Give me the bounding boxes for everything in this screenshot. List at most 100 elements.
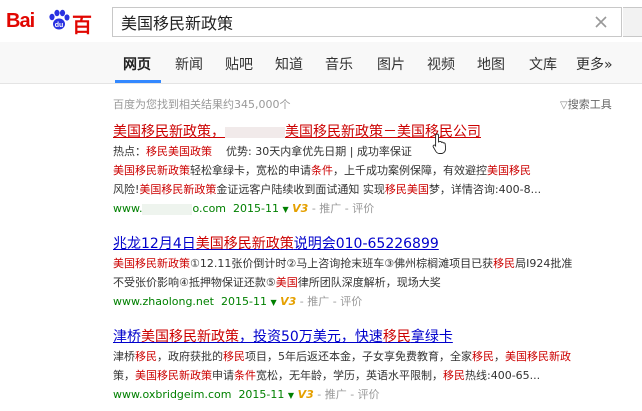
tabs-bar: 网页 新闻 贴吧 知道 音乐 图片 视频 地图 文库 更多» [0,42,642,84]
tab-video[interactable]: 视频 [427,54,455,74]
snippet-highlight: 条件 [234,369,256,382]
svg-text:du: du [55,22,64,29]
tab-images[interactable]: 图片 [377,54,405,74]
hot-prefix: 热点： [113,145,146,158]
hand-cursor-icon [432,133,447,154]
url-date: 2015-11 [220,295,267,308]
search-tools-label: 搜索工具 [567,98,612,111]
snippet-highlight: 条件 [311,164,333,177]
search-result: 美国移民新政策， 美国移民新政策－美国移民公司 热点：移民美国政策 优势: 30天… [113,122,633,220]
baidu-logo[interactable]: Bai du 百度 [6,8,104,66]
snippet-highlight: 美国 [275,276,298,289]
hot-link[interactable]: 移民美国政策 [146,145,212,158]
result-title-part: 津桥 [113,329,141,345]
snippet-text: 策， [113,369,135,382]
snippet-highlight: 移民 [135,350,157,363]
search-result: 津桥美国移民新政策，投资50万美元，快速移民拿绿卡 津桥移民，政府获批的移民项目… [113,327,633,406]
snippet-highlight: 移民 [443,369,465,382]
snippet-highlight: 美国移民 [487,164,531,177]
redacted-text [142,203,193,215]
tab-music[interactable]: 音乐 [325,54,353,74]
snippet-text: 津桥 [113,350,135,363]
filter-icon: ▽ [560,100,568,111]
snippet-text: 宽松，无年龄，学历，英语水平限制， [256,369,443,382]
tab-map[interactable]: 地图 [477,54,505,74]
snippet-text: 项目，5年后返还本金，子女享免费教育，全家 [245,350,472,363]
result-title-highlight: 移民 [382,329,411,345]
snippet-highlight: 移民 [472,350,494,363]
result-title[interactable]: 美国移民新政策， 美国移民新政策－美国移民公司 [113,122,633,142]
snippet-text: 轻松拿绿卡，宽松的申请 [190,164,311,177]
clear-icon[interactable] [593,14,609,30]
tab-web[interactable]: 网页 [123,54,151,74]
result-title-part: 兆龙12月4日 [113,236,196,252]
snippet-highlight: 移民 [493,257,516,270]
snippet-text: 梦，详情咨询:400-8... [428,183,542,196]
search-tools-button[interactable]: ▽搜索工具 [560,96,612,112]
snippet-highlight: 美国移民新政策 [113,164,190,177]
snippet-highlight: 美国移民新政策 [135,369,212,382]
result-title-part: 说明会010-65226899 [293,236,439,252]
result-url[interactable]: www.zhaolong.net 2015-11 ▼ V3 - 推广 - 评价 [113,292,633,313]
result-snippet: 风险!美国移民新政策金证远客户陆续收到面试通知 实现移民美国梦，详情咨询:400… [113,180,633,199]
result-snippet: 美国移民新政策①12.11张价倒计时②马上咨询抢末班车③佛州棕榈滩项目已获移民局… [113,254,633,273]
url-date: 2015-11 [238,388,285,401]
tab-tieba[interactable]: 贴吧 [225,54,253,74]
tab-zhidao[interactable]: 知道 [275,54,303,74]
result-snippet: 策，美国移民新政策申请条件宽松，无年龄，学历，英语水平限制，移民热线:400-6… [113,366,633,385]
snippet-highlight: 美国移民新政 [505,350,571,363]
search-input[interactable] [121,12,581,32]
url-text: www.oxbridgeim.com [113,388,232,401]
result-title-part: 拿绿卡 [410,329,453,345]
v3-badge[interactable]: V3 [292,202,308,215]
result-title-part: 美国移民新政策－美国移民公司 [285,124,481,140]
result-title-highlight: 美国移民新政策 [195,236,294,252]
redacted-text [225,126,285,138]
promo-links[interactable]: - 推广 - 评价 [317,388,379,401]
header: Bai du 百度 [0,0,642,66]
snippet-highlight: 移民美国 [384,183,429,196]
url-date: 2015-11 [233,202,279,215]
dropdown-icon[interactable]: ▼ [282,205,288,214]
hot-text: 优势: 30天内拿优先日期 | 成功率保证 [226,145,412,158]
snippet-text: ①12.11张价倒计时②马上咨询抢末班车③佛州棕榈滩项目已获 [190,257,494,270]
dropdown-icon[interactable]: ▼ [288,391,294,400]
search-result: 兆龙12月4日美国移民新政策说明会010-65226899 美国移民新政策①12… [113,234,633,313]
result-snippet: 美国移民新政策轻松拿绿卡，宽松的申请条件，上千成功案例保障，有效避控美国移民 [113,161,633,180]
snippet-text: 金证远客户陆续收到面试通知 实现 [216,183,385,196]
snippet-highlight: 美国移民新政策 [113,257,190,270]
result-stats: 百度为您找到相关结果约345,000个 [113,98,291,111]
search-box [112,7,622,37]
result-url[interactable]: www. o.com 2015-11 ▼ V3 - 推广 - 评价 [113,199,633,220]
logo-text-latin: Bai [6,10,35,32]
promo-links[interactable]: - 推广 - 评价 [300,295,362,308]
snippet-highlight: 移民 [223,350,245,363]
result-snippet: 津桥移民，政府获批的移民项目，5年后返还本金，子女享免费教育，全家移民，美国移民… [113,347,633,366]
snippet-text: 不受张价影响④抵押物保证还款⑤ [113,276,276,289]
snippet-text: 风险! [113,183,140,196]
url-text: www. [113,202,143,215]
result-title-part: ，投资50万美元，快速 [239,329,383,345]
tab-more[interactable]: 更多» [576,54,613,74]
snippet-text: 局I924批准 [515,257,573,270]
search-button[interactable] [623,7,642,37]
url-text: www.zhaolong.net [113,295,214,308]
snippet-text: 热线:400-65... [465,369,541,382]
result-url[interactable]: www.oxbridgeim.com 2015-11 ▼ V3 - 推广 - 评… [113,385,633,406]
promo-links[interactable]: - 推广 - 评价 [312,202,374,215]
tab-wenku[interactable]: 文库 [529,54,557,74]
snippet-text: 申请 [212,369,234,382]
tab-news[interactable]: 新闻 [175,54,203,74]
result-hotline: 热点：移民美国政策 优势: 30天内拿优先日期 | 成功率保证 [113,142,633,161]
result-title-part: 美国移民新政策， [113,124,225,140]
v3-badge[interactable]: V3 [298,388,314,401]
v3-badge[interactable]: V3 [280,295,296,308]
snippet-text: 律所团队深度解析，现场大奖 [297,276,441,289]
active-tab-indicator [115,80,161,83]
snippet-text: ， [494,350,505,363]
result-title[interactable]: 津桥美国移民新政策，投资50万美元，快速移民拿绿卡 [113,327,633,347]
paw-icon: du [49,9,70,30]
dropdown-icon[interactable]: ▼ [270,298,276,307]
result-title[interactable]: 兆龙12月4日美国移民新政策说明会010-65226899 [113,234,633,254]
url-text: o.com [192,202,227,215]
